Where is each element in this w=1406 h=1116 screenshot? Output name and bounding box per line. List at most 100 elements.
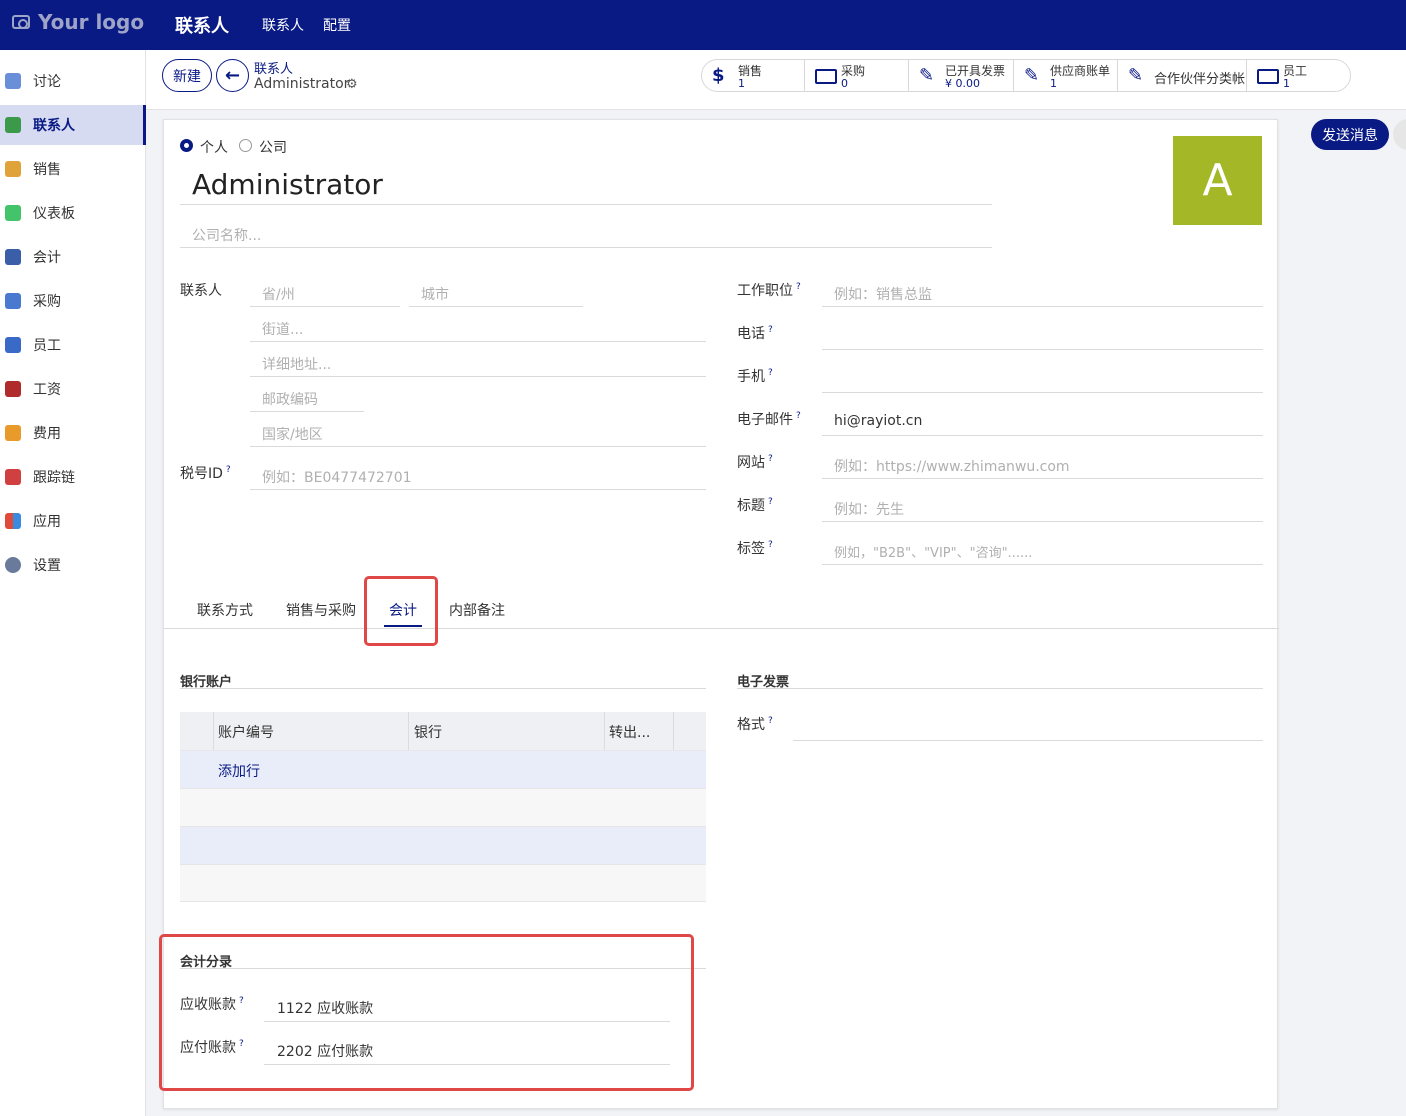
highlight-box-entries [159,934,694,1091]
smart-button-value: 1 [738,77,745,90]
divider [250,411,364,412]
job-label: 工作职位? [737,280,801,300]
vat-label: 税号ID? [180,463,231,483]
website-label: 网站? [737,452,773,472]
tab-contacts[interactable]: 联系方式 [197,600,253,620]
back-button[interactable]: ← [216,59,249,92]
table-row [180,788,706,826]
email-input[interactable]: hi@rayiot.cn [834,413,922,429]
mobile-input[interactable] [822,392,1263,393]
column-account-number[interactable]: 账户编号 [218,722,274,742]
title-input[interactable]: 例如：先生 [834,499,904,519]
help-icon[interactable]: ? [768,368,773,378]
divider [822,306,1263,307]
help-icon[interactable]: ? [768,325,773,335]
log-note-button[interactable] [1393,119,1406,150]
edit-icon: ✎ [1128,65,1144,86]
format-input[interactable] [793,740,1263,741]
smart-button-value: 1 [1283,77,1290,90]
edit-icon: ✎ [919,65,935,86]
column-transfer[interactable]: 转出... [609,722,650,742]
new-button[interactable]: 新建 [162,59,212,92]
wallet-icon [5,381,21,397]
help-icon[interactable]: ? [796,411,801,421]
street-input[interactable]: 街道... [262,319,303,339]
partner-name-input[interactable]: Administrator [192,168,383,201]
app-title[interactable]: 联系人 [175,12,229,38]
smart-button-value: 0 [841,77,848,90]
sidebar-item-dashboard[interactable]: 仪表板 [0,193,146,233]
smart-button-employees[interactable]: 员工 1 [1246,59,1351,92]
help-icon[interactable]: ? [768,540,773,550]
tags-input[interactable]: 例如，"B2B"、"VIP"、"咨询"...... [834,542,1032,561]
send-message-button[interactable]: 发送消息 [1311,119,1389,150]
company-logo[interactable]: Your logo [12,10,144,34]
column-bank[interactable]: 银行 [414,722,442,742]
vat-label-text: 税号ID [180,466,223,482]
highlight-box-tab [364,576,438,646]
divider [164,628,1279,629]
sidebar-item-purchase[interactable]: 采购 [0,281,146,321]
help-icon[interactable]: ? [796,282,801,292]
radio-company[interactable] [239,139,252,152]
chat-icon [5,73,21,89]
top-navbar: Your logo 联系人 联系人 配置 [0,0,1406,50]
breadcrumb-parent[interactable]: 联系人 [254,58,293,77]
city-input[interactable]: 城市 [421,284,449,304]
website-input[interactable]: 例如：https://www.zhimanwu.com [834,456,1070,476]
topnav-contacts[interactable]: 联系人 [262,15,304,35]
sidebar-item-sales[interactable]: 销售 [0,149,146,189]
divider [250,489,706,490]
tab-sales-purchase[interactable]: 销售与采购 [286,600,356,620]
dashboard-icon [5,205,21,221]
divider [250,446,706,447]
sidebar-item-accounting[interactable]: 会计 [0,237,146,277]
sidebar-item-tracking[interactable]: 跟踪链 [0,457,146,497]
phone-input[interactable] [822,349,1263,350]
sidebar-item-employees[interactable]: 员工 [0,325,146,365]
gear-icon[interactable]: ⚙ [346,77,358,92]
table-row [180,864,706,902]
job-input[interactable]: 例如：销售总监 [834,284,932,304]
help-icon[interactable]: ? [768,716,773,726]
sales-chart-icon [5,161,21,177]
sidebar: 讨论 联系人 销售 仪表板 会计 采购 员工 工资 费用 跟踪链 应用 设置 [0,50,146,1116]
smart-button-invoiced[interactable]: ✎ 已开具发票 ¥ 0.00 [908,59,1014,92]
sidebar-item-expenses[interactable]: 费用 [0,413,146,453]
smart-button-partner-ledger[interactable]: ✎ 合作伙伴分类帐 [1117,59,1247,92]
sidebar-item-label: 费用 [33,426,61,442]
sidebar-item-payroll[interactable]: 工资 [0,369,146,409]
state-input[interactable]: 省/州 [262,284,295,304]
phone-label-text: 电话 [737,326,765,342]
format-label-text: 格式 [737,717,765,733]
radio-person[interactable] [180,139,193,152]
smart-button-purchase[interactable]: 采购 0 [804,59,909,92]
sidebar-item-apps[interactable]: 应用 [0,501,146,541]
avatar[interactable]: A [1173,136,1262,225]
help-icon[interactable]: ? [768,497,773,507]
company-name-input[interactable]: 公司名称... [192,225,261,245]
help-icon[interactable]: ? [768,454,773,464]
tags-label-text: 标签 [737,541,765,557]
smart-button-sales[interactable]: $ 销售 1 [701,59,805,92]
sidebar-item-label: 会计 [33,250,61,266]
sidebar-item-label: 应用 [33,514,61,530]
topnav-config[interactable]: 配置 [323,15,351,35]
column-separator [213,712,214,750]
vat-input[interactable]: 例如：BE0477472701 [262,467,412,487]
control-panel: 新建 ← 联系人 Administrator ⚙ $ 销售 1 采购 0 ✎ 已… [146,50,1406,110]
tab-internal-notes[interactable]: 内部备注 [449,600,505,620]
sidebar-item-label: 销售 [33,162,61,178]
sidebar-item-label: 仪表板 [33,206,75,222]
street2-input[interactable]: 详细地址... [262,354,331,374]
divider [250,341,706,342]
sidebar-item-contacts[interactable]: 联系人 [0,105,146,145]
sidebar-item-discuss[interactable]: 讨论 [0,61,146,101]
add-line-link[interactable]: 添加行 [218,761,260,781]
country-input[interactable]: 国家/地区 [262,424,323,444]
smart-button-vendor-bills[interactable]: ✎ 供应商账单 1 [1013,59,1118,92]
help-icon[interactable]: ? [226,465,231,475]
column-separator [604,712,605,750]
sidebar-item-settings[interactable]: 设置 [0,545,146,585]
zip-input[interactable]: 邮政编码 [262,389,318,409]
